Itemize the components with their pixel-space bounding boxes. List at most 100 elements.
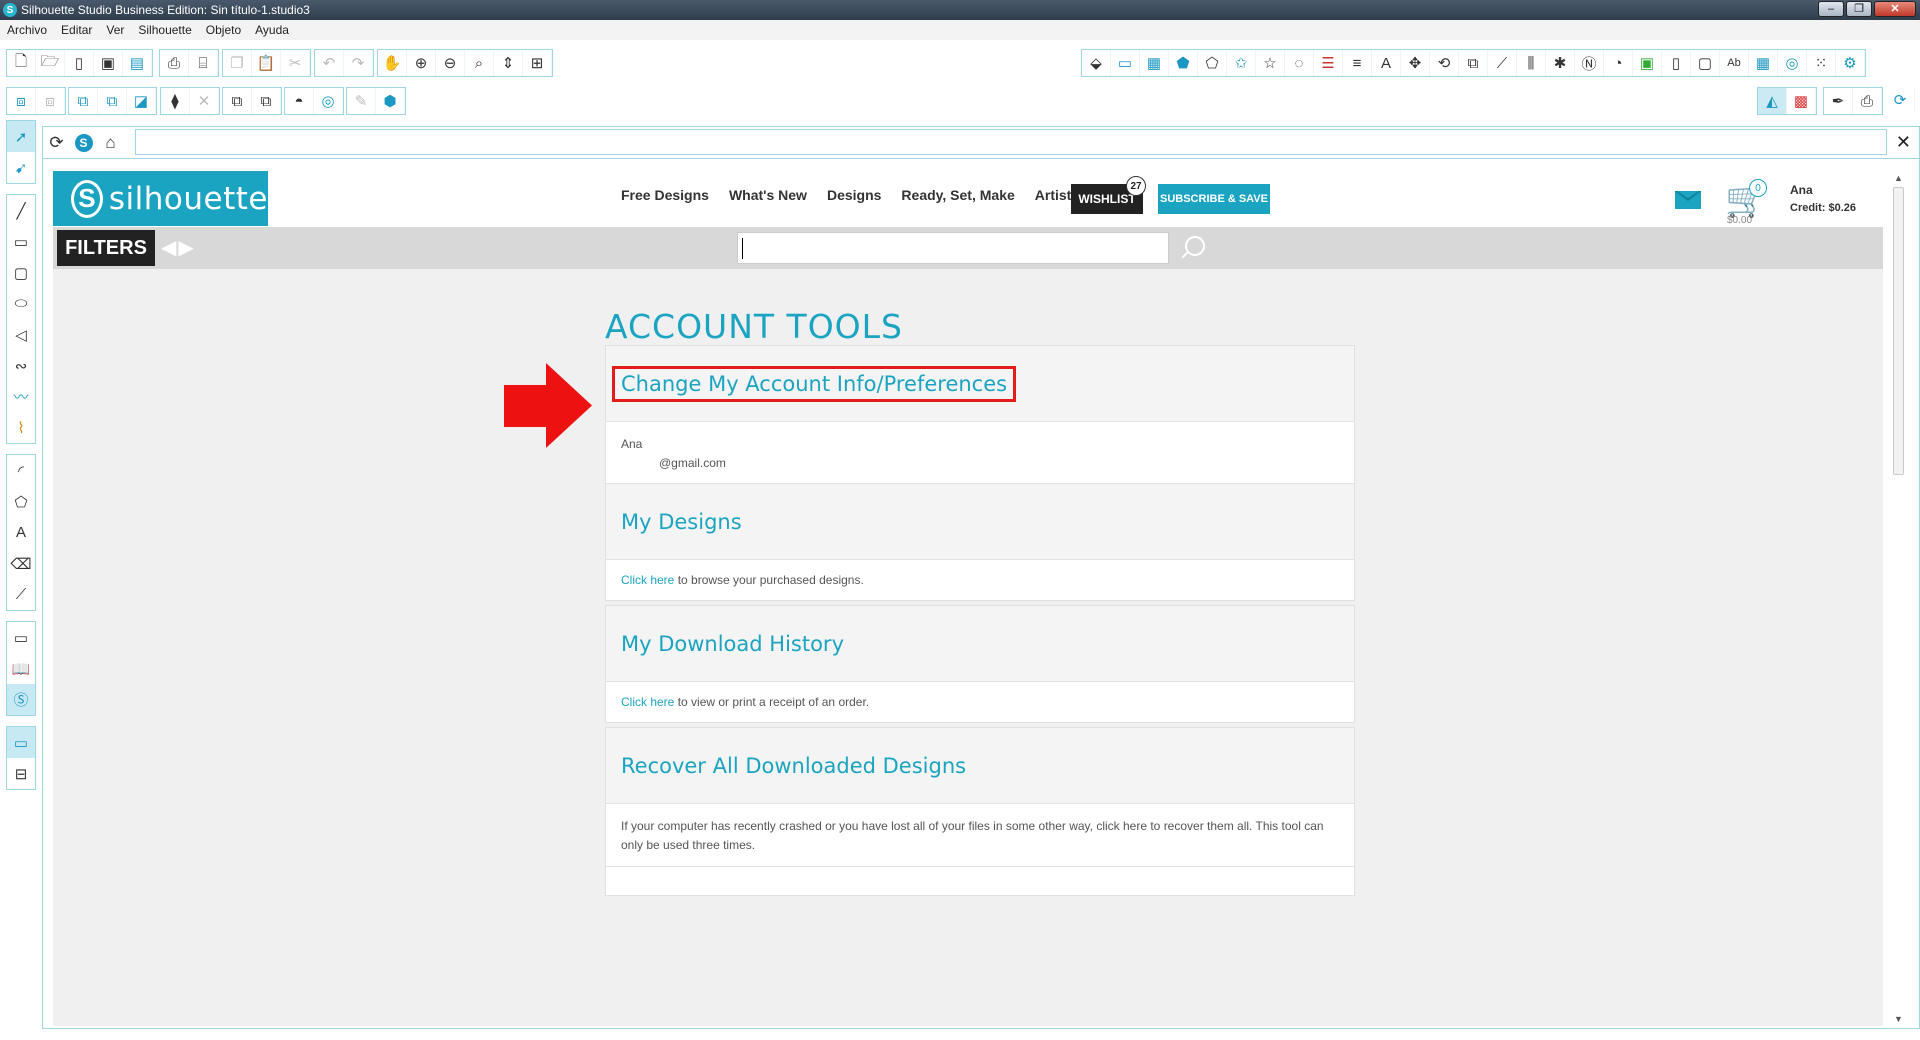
url-input[interactable] — [135, 129, 1887, 155]
line-color-icon[interactable]: ☰ — [1314, 50, 1343, 76]
grid-icon[interactable]: ▦ — [1140, 50, 1169, 76]
fit-page-icon[interactable]: ⊞ — [523, 50, 552, 76]
close-browser-icon[interactable]: ✕ — [1896, 132, 1911, 153]
replicate-icon[interactable]: ✱ — [1546, 50, 1575, 76]
offset-ring-icon[interactable]: ◎ — [314, 88, 343, 114]
eraser-tool-icon[interactable]: ⌫ — [7, 548, 35, 579]
pentagon-fill-icon[interactable]: ⬟ — [1169, 50, 1198, 76]
filters-button[interactable]: FILTERS — [57, 230, 155, 266]
menu-ver[interactable]: Ver — [99, 23, 131, 37]
undo-icon[interactable]: ↶ — [315, 50, 344, 76]
my-designs-title[interactable]: My Designs — [621, 510, 742, 534]
frame-icon[interactable]: ▢ — [1691, 50, 1720, 76]
silhouette-store-icon[interactable]: Ⓢ — [7, 684, 35, 715]
search-input[interactable] — [737, 232, 1169, 264]
delete-icon[interactable]: ✕ — [190, 88, 219, 114]
group-icon[interactable]: ⧈ — [7, 88, 36, 114]
paste-icon[interactable]: 📋 — [252, 50, 281, 76]
user-name[interactable]: Ana — [1790, 183, 1813, 197]
nav-free-designs[interactable]: Free Designs — [621, 187, 709, 203]
menu-silhouette[interactable]: Silhouette — [131, 23, 198, 37]
ungroup-icon[interactable]: ⧈ — [36, 88, 65, 114]
text-icon[interactable]: A — [1372, 50, 1401, 76]
library-icon[interactable]: 📖 — [7, 653, 35, 684]
save-icon[interactable]: ▣ — [94, 50, 123, 76]
bring-front-icon[interactable]: ◪ — [127, 88, 156, 114]
close-window-button[interactable]: ✕ — [1874, 1, 1916, 17]
cube-icon[interactable]: ⬢ — [376, 88, 405, 114]
recover-designs-title[interactable]: Recover All Downloaded Designs — [621, 754, 966, 778]
page-scrollbar[interactable]: ▲ ▼ — [1891, 171, 1907, 1026]
pentagon-outline-icon[interactable]: ⬠ — [1198, 50, 1227, 76]
nav-whats-new[interactable]: What's New — [729, 187, 807, 203]
text-style-icon[interactable]: Ab — [1720, 50, 1749, 76]
trace-icon[interactable]: ▣ — [1633, 50, 1662, 76]
fill-icon[interactable]: ⬙ — [1082, 50, 1111, 76]
grid-settings-icon[interactable]: ▦ — [1749, 50, 1778, 76]
weld-icon[interactable]: ⧉ — [252, 88, 281, 114]
download-history-link[interactable]: Click here — [621, 695, 674, 709]
restore-button[interactable]: ❐ — [1846, 1, 1872, 17]
line-style-icon[interactable]: ≡ — [1343, 50, 1372, 76]
offset-icon[interactable]: ◔ — [1604, 50, 1633, 76]
rectangle-icon[interactable]: ▭ — [7, 226, 35, 257]
send-to-silhouette-icon[interactable]: ⎙ — [1853, 88, 1882, 114]
send-back-icon[interactable]: ⧫ — [161, 88, 190, 114]
dots-icon[interactable]: ⁙ — [1807, 50, 1836, 76]
page-settings-icon[interactable]: ▭ — [1111, 50, 1140, 76]
subscribe-button[interactable]: SUBSCRIBE & SAVE — [1158, 184, 1270, 214]
scale-icon[interactable]: ⧉ — [1459, 50, 1488, 76]
scroll-up-icon[interactable]: ▲ — [1894, 173, 1903, 183]
search-icon[interactable] — [1185, 236, 1205, 256]
mail-icon[interactable] — [1675, 191, 1701, 209]
point-edit-icon[interactable]: ➹ — [7, 152, 35, 183]
redo-icon[interactable]: ↷ — [344, 50, 373, 76]
arc-icon[interactable]: ◜ — [7, 455, 35, 486]
nav-designs[interactable]: Designs — [827, 187, 881, 203]
brush-icon[interactable]: ✎ — [347, 88, 376, 114]
transform-icon[interactable]: ✥ — [1401, 50, 1430, 76]
zoom-in-icon[interactable]: ⊕ — [407, 50, 436, 76]
zoom-drag-icon[interactable]: ⇕ — [494, 50, 523, 76]
zoom-select-icon[interactable]: ⌕ — [465, 50, 494, 76]
new-document-icon[interactable]: 🗋 — [7, 50, 36, 76]
menu-editar[interactable]: Editar — [54, 23, 99, 37]
compound-icon[interactable]: ⧉ — [69, 88, 98, 114]
pan-hand-icon[interactable]: ✋ — [378, 50, 407, 76]
nest-icon[interactable]: Ⓝ — [1575, 50, 1604, 76]
polygon-icon[interactable]: ◁ — [7, 319, 35, 350]
menu-objeto[interactable]: Objeto — [199, 23, 248, 37]
rounded-rect-icon[interactable]: ▢ — [7, 257, 35, 288]
open-folder-icon[interactable]: 🗁 — [36, 50, 65, 76]
copy-icon[interactable]: ❐ — [223, 50, 252, 76]
release-compound-icon[interactable]: ⧉ — [98, 88, 127, 114]
new-page-icon[interactable]: ▯ — [65, 50, 94, 76]
freehand-icon[interactable]: 〰 — [7, 381, 35, 412]
site-logo[interactable]: S silhouette — [53, 171, 268, 226]
menu-archivo[interactable]: Archivo — [0, 23, 54, 37]
settings-icon[interactable]: ⚙ — [1836, 50, 1865, 76]
stylus-icon[interactable]: ✒ — [1824, 88, 1853, 114]
smooth-freehand-icon[interactable]: ⌇ — [7, 412, 35, 443]
scroll-down-icon[interactable]: ▼ — [1894, 1014, 1903, 1024]
star-outline-icon[interactable]: ☆ — [1256, 50, 1285, 76]
print-preview-icon[interactable]: ⌸ — [189, 50, 218, 76]
split-view-icon[interactable]: ⊟ — [7, 758, 35, 789]
curve-icon[interactable]: ∾ — [7, 350, 35, 381]
eraser-icon[interactable]: ◓ — [285, 88, 314, 114]
scroll-thumb[interactable] — [1893, 187, 1904, 475]
shape-icon[interactable]: ◌ — [1285, 50, 1314, 76]
single-view-icon[interactable]: ▭ — [7, 727, 35, 758]
print-icon[interactable]: ⎙ — [160, 50, 189, 76]
regular-polygon-icon[interactable]: ⬠ — [7, 486, 35, 517]
spiral-icon[interactable]: ◎ — [1778, 50, 1807, 76]
line-icon[interactable]: ╱ — [7, 195, 35, 226]
design-page-icon[interactable]: ▭ — [7, 622, 35, 653]
save-library-icon[interactable]: ▤ — [123, 50, 152, 76]
align-icon[interactable]: ⫼ — [1517, 50, 1546, 76]
design-view-icon[interactable]: ◭ — [1758, 88, 1787, 114]
pattern-icon[interactable]: ▩ — [1787, 88, 1816, 114]
rotate-icon[interactable]: ⟲ — [1430, 50, 1459, 76]
filter-toggle-arrows-icon[interactable]: ◀▶ — [161, 235, 196, 260]
cut-icon[interactable]: ✂ — [281, 50, 310, 76]
